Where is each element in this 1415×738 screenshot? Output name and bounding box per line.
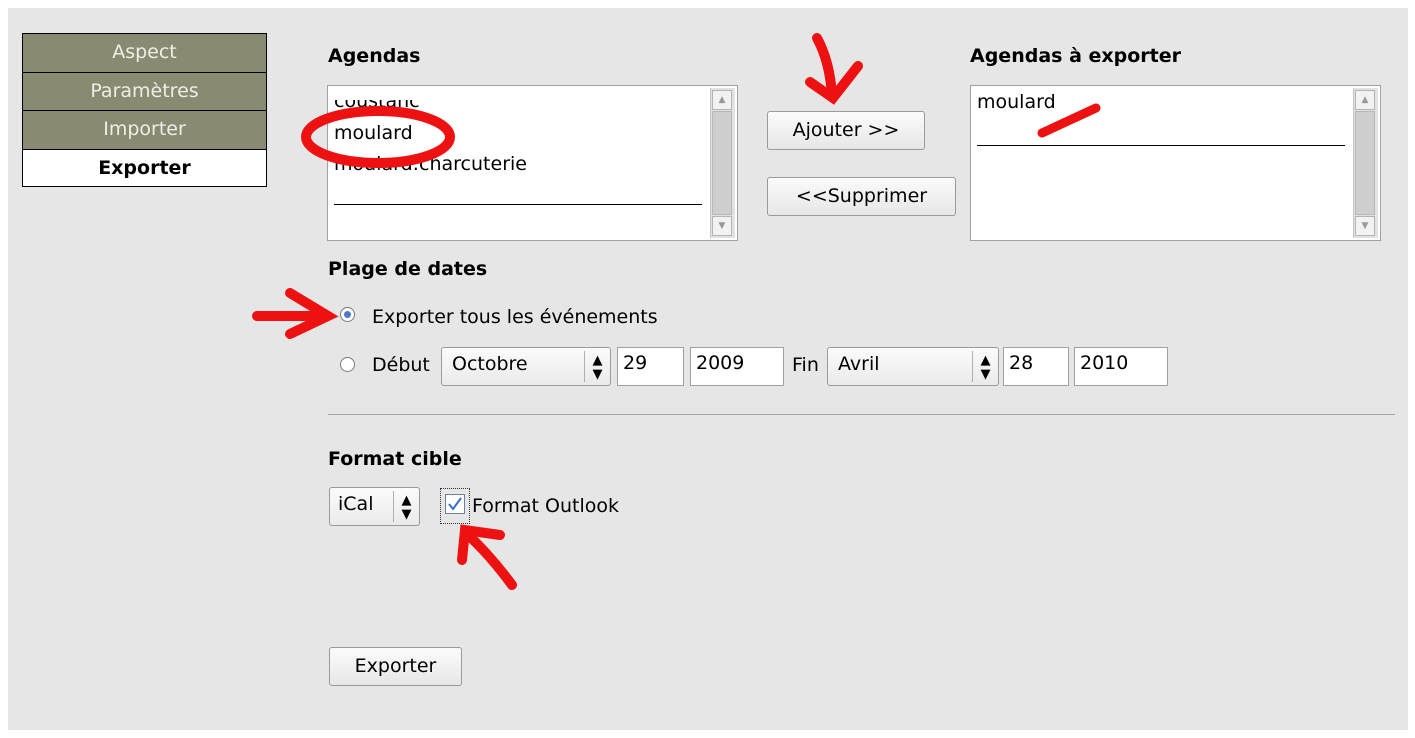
nav-item-exporter[interactable]: Exporter [22,148,267,187]
updown-arrows-icon: ▲ ▼ [972,351,998,382]
updown-arrows-icon: ▲ ▼ [393,491,419,522]
section-divider [328,414,1395,415]
format-value: iCal [338,493,374,515]
remove-button[interactable]: <<Supprimer [767,177,956,216]
start-month-value: Octobre [452,353,528,375]
start-month-select[interactable]: Octobre ▲ ▼ [441,347,611,386]
list-separator [334,204,702,205]
scroll-down-icon[interactable]: ▼ [1355,216,1375,236]
agendas-listbox[interactable]: coustanc moulard moulard:charcuterie ▲ ▼ [327,85,738,241]
scroll-up-icon[interactable]: ▲ [1355,90,1375,110]
list-item[interactable]: moulard [334,122,413,144]
end-month-select[interactable]: Avril ▲ ▼ [827,347,999,386]
outlook-checkbox[interactable] [445,494,465,514]
agendas-scrollbar[interactable]: ▲ ▼ [710,88,735,238]
end-label: Fin [792,354,819,376]
checkmark-icon [448,497,462,511]
scroll-thumb[interactable] [1355,111,1375,215]
end-year-input[interactable]: 2010 [1074,347,1168,386]
format-heading: Format cible [328,448,462,470]
date-range-heading: Plage de dates [328,258,488,280]
export-list-heading: Agendas à exporter [970,45,1182,67]
nav-item-parametres[interactable]: Paramètres [22,71,267,110]
start-year-input[interactable]: 2009 [690,347,784,386]
side-nav: Aspect Paramètres Importer Exporter [22,33,267,187]
radio-all-events[interactable] [340,307,355,322]
end-day-input[interactable]: 28 [1003,347,1069,386]
radio-date-range[interactable] [340,357,355,372]
add-button[interactable]: Ajouter >> [767,111,925,150]
list-separator [977,145,1345,146]
list-item[interactable]: moulard [977,91,1056,113]
scroll-thumb[interactable] [712,111,732,215]
scroll-up-icon[interactable]: ▲ [712,90,732,110]
start-label: Début [372,354,430,376]
export-listbox[interactable]: moulard ▲ ▼ [970,85,1381,241]
updown-arrows-icon: ▲ ▼ [584,351,610,382]
start-day-input[interactable]: 29 [617,347,684,386]
end-month-value: Avril [838,353,880,375]
agendas-heading: Agendas [328,45,421,67]
nav-item-aspect[interactable]: Aspect [22,33,267,72]
export-button[interactable]: Exporter [329,647,462,686]
all-events-label: Exporter tous les événements [372,306,658,328]
list-item[interactable]: coustanc [334,100,420,112]
scroll-down-icon[interactable]: ▼ [712,216,732,236]
export-scrollbar[interactable]: ▲ ▼ [1353,88,1378,238]
outlook-label: Format Outlook [472,495,619,517]
list-item[interactable]: moulard:charcuterie [334,153,527,175]
nav-item-importer[interactable]: Importer [22,110,267,149]
format-select[interactable]: iCal ▲ ▼ [329,487,420,526]
